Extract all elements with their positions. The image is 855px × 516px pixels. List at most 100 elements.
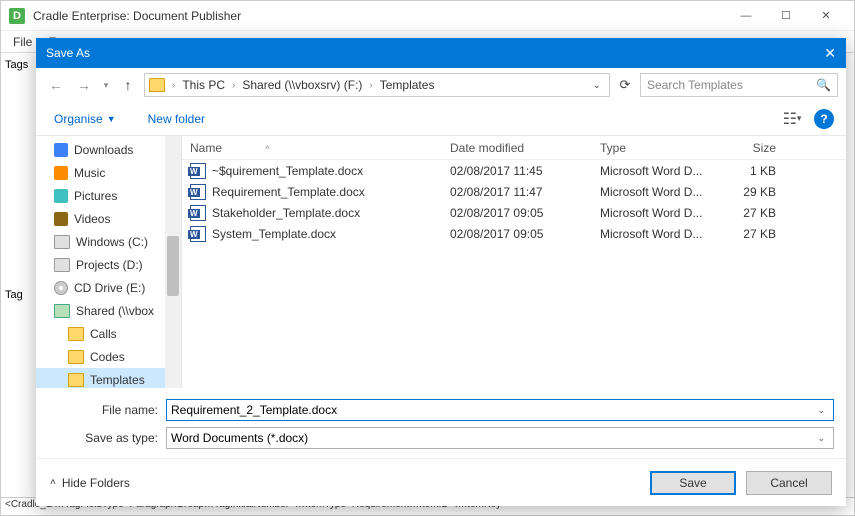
tree-item[interactable]: Windows (C:)	[36, 230, 181, 253]
breadcrumb[interactable]: This PC	[180, 78, 227, 92]
music-icon	[54, 166, 68, 180]
close-button[interactable]: ✕	[806, 2, 846, 30]
filename-label: File name:	[48, 403, 158, 417]
drive-icon	[54, 258, 70, 272]
new-folder-button[interactable]: New folder	[142, 108, 211, 130]
cd-icon	[54, 281, 68, 295]
chevron-right-icon: ›	[229, 80, 238, 91]
view-mode-button[interactable]: ☷ ▾	[778, 108, 806, 130]
saveastype-value: Word Documents (*.docx)	[171, 431, 813, 445]
chevron-down-icon[interactable]: ⌄	[813, 433, 829, 444]
help-button[interactable]: ?	[814, 109, 834, 129]
file-name: Requirement_Template.docx	[212, 185, 365, 199]
dl-icon	[54, 143, 68, 157]
filename-input[interactable]	[171, 403, 813, 417]
file-rows: ~$quirement_Template.docx 02/08/2017 11:4…	[182, 160, 846, 388]
chevron-up-icon: ˄	[50, 477, 56, 488]
chevron-down-icon: ▼	[107, 114, 116, 124]
forward-button[interactable]: →	[72, 73, 96, 97]
file-type: Microsoft Word D...	[592, 227, 714, 241]
net-icon	[54, 304, 70, 318]
file-row[interactable]: Stakeholder_Template.docx02/08/2017 09:0…	[182, 202, 846, 223]
folder-icon	[68, 327, 84, 341]
maximize-button[interactable]: ☐	[766, 2, 806, 30]
tree-item[interactable]: Templates	[36, 368, 181, 388]
form-area: File name: ⌄ Save as type: Word Document…	[36, 388, 846, 458]
search-input[interactable]	[647, 78, 816, 92]
recent-caret-icon[interactable]: ▾	[100, 73, 112, 97]
tree-item[interactable]: CD Drive (E:)	[36, 276, 181, 299]
dialog-titlebar: Save As ✕	[36, 38, 846, 68]
file-row[interactable]: System_Template.docx02/08/2017 09:05Micr…	[182, 223, 846, 244]
file-row[interactable]: ~$quirement_Template.docx 02/08/2017 11:4…	[182, 160, 846, 181]
folder-tree[interactable]: Downloads Music Pictures Videos Windows (C:)…	[36, 136, 182, 388]
app-title: Cradle Enterprise: Document Publisher	[33, 9, 726, 23]
scrollbar-thumb[interactable]	[167, 236, 179, 296]
tree-item-label: Codes	[90, 350, 125, 364]
organise-label: Organise	[54, 112, 103, 126]
up-button[interactable]: ↑	[116, 73, 140, 97]
drive-icon	[54, 235, 70, 249]
filename-field[interactable]: ⌄	[166, 399, 834, 421]
organise-button[interactable]: Organise ▼	[48, 108, 122, 130]
chevron-down-icon[interactable]: ⌄	[813, 405, 829, 416]
tag-label: Tag	[1, 285, 38, 305]
file-date: 02/08/2017 11:47	[442, 185, 592, 199]
file-type: Microsoft Word D...	[592, 164, 714, 178]
tree-item-label: Windows (C:)	[76, 235, 148, 249]
saveastype-field[interactable]: Word Documents (*.docx) ⌄	[166, 427, 834, 449]
file-date: 02/08/2017 11:45	[442, 164, 592, 178]
save-as-dialog: Save As ✕ ← → ▾ ↑ › This PC › Shared (\\…	[36, 38, 846, 506]
save-button[interactable]: Save	[650, 471, 736, 495]
cancel-button[interactable]: Cancel	[746, 471, 832, 495]
word-doc-icon	[190, 205, 206, 221]
app-titlebar: D Cradle Enterprise: Document Publisher …	[1, 1, 854, 31]
tree-item-label: Shared (\\vbox	[76, 304, 154, 318]
tree-item[interactable]: Calls	[36, 322, 181, 345]
hide-folders-toggle[interactable]: ˄ Hide Folders	[50, 476, 130, 490]
file-row[interactable]: Requirement_Template.docx 02/08/2017 11:4…	[182, 181, 846, 202]
tree-item[interactable]: Projects (D:)	[36, 253, 181, 276]
address-bar[interactable]: › This PC › Shared (\\vboxsrv) (F:) › Te…	[144, 73, 610, 97]
file-type: Microsoft Word D...	[592, 206, 714, 220]
file-size: 27 KB	[714, 227, 784, 241]
minimize-button[interactable]: —	[726, 2, 766, 30]
scrollbar[interactable]	[165, 136, 181, 388]
tree-item[interactable]: Codes	[36, 345, 181, 368]
breadcrumb[interactable]: Templates	[378, 78, 437, 92]
address-dropdown-icon[interactable]: ⌄	[589, 80, 605, 91]
close-icon[interactable]: ✕	[824, 45, 836, 62]
app-icon: D	[9, 8, 25, 24]
word-doc-icon	[190, 163, 206, 179]
refresh-button[interactable]: ⟳	[614, 74, 636, 96]
column-date[interactable]: Date modified	[442, 141, 592, 155]
file-size: 1 KB	[714, 164, 784, 178]
column-type[interactable]: Type	[592, 141, 714, 155]
word-doc-icon	[190, 226, 206, 242]
tree-item[interactable]: Pictures	[36, 184, 181, 207]
saveastype-label: Save as type:	[48, 431, 158, 445]
tree-item-label: Pictures	[74, 189, 117, 203]
file-size: 29 KB	[714, 185, 784, 199]
column-size[interactable]: Size	[714, 141, 784, 155]
tree-item[interactable]: Shared (\\vbox	[36, 299, 181, 322]
sort-ascending-icon: ^	[265, 144, 269, 154]
dialog-title: Save As	[46, 46, 824, 60]
folder-icon	[68, 373, 84, 387]
column-label: Name	[190, 141, 222, 155]
chevron-right-icon: ›	[366, 80, 375, 91]
tree-item-label: Music	[74, 166, 105, 180]
tree-item[interactable]: Music	[36, 161, 181, 184]
file-name: ~$quirement_Template.docx	[212, 164, 363, 178]
tree-item[interactable]: Videos	[36, 207, 181, 230]
window-controls: — ☐ ✕	[726, 2, 846, 30]
search-icon: 🔍	[816, 78, 831, 92]
file-type: Microsoft Word D...	[592, 185, 714, 199]
tree-item[interactable]: Downloads	[36, 138, 181, 161]
tree-item-label: Downloads	[74, 143, 133, 157]
breadcrumb[interactable]: Shared (\\vboxsrv) (F:)	[240, 78, 364, 92]
folder-icon	[68, 350, 84, 364]
back-button[interactable]: ←	[44, 73, 68, 97]
column-name[interactable]: Name ^	[182, 141, 442, 155]
search-box[interactable]: 🔍	[640, 73, 838, 97]
